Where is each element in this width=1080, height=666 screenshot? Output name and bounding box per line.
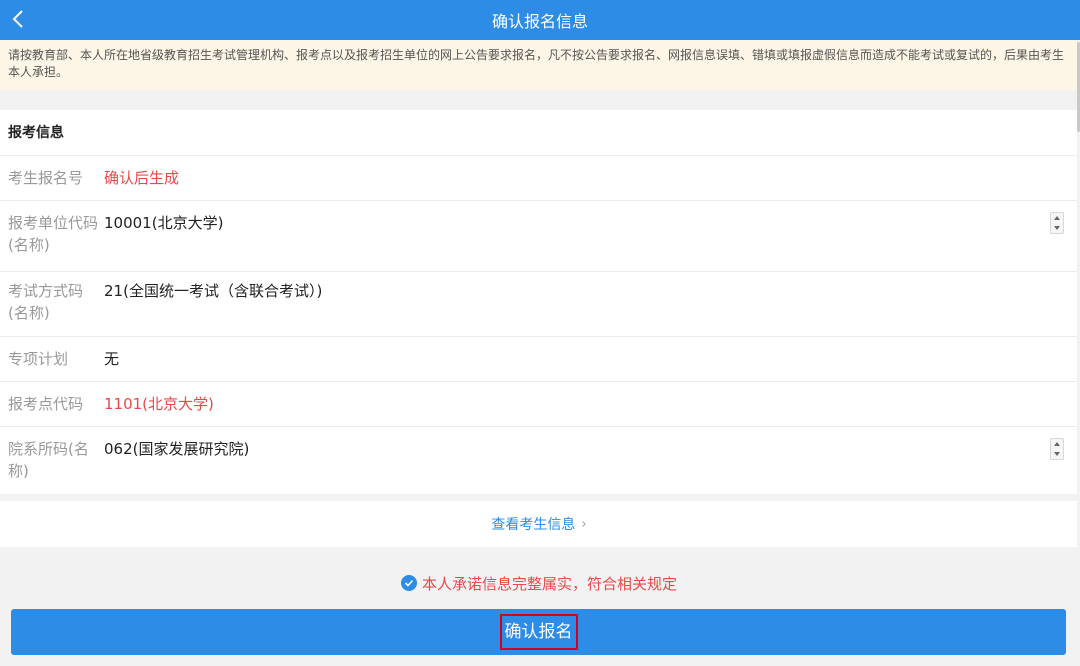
agreement: 本人承诺信息完整属实，符合相关规定: [0, 566, 1078, 600]
view-candidate-info-label: 查看考生信息: [491, 517, 576, 533]
view-candidate-info-bar: 查看考生信息 ›: [0, 501, 1078, 547]
row-value: 确认后生成: [104, 169, 180, 187]
confirm-registration-label: 确认报名: [499, 614, 578, 650]
notice-banner: 请按教育部、本人所在地省级教育招生考试管理机构、报考点以及报考招生单位的网上公告…: [0, 40, 1078, 90]
stepper-up-icon[interactable]: [1054, 442, 1060, 446]
row-candidate-number: 考生报名号 确认后生成: [0, 156, 1078, 201]
row-institution: 报考单位代码(名称) 10001(北京大学): [0, 201, 1078, 272]
view-candidate-info-link[interactable]: 查看考生信息 ›: [491, 514, 586, 534]
chevron-left-icon[interactable]: [10, 8, 28, 30]
row-value: 无: [104, 350, 120, 368]
stepper-up-icon[interactable]: [1054, 216, 1060, 220]
row-value: 062(国家发展研究院): [104, 440, 250, 458]
department-stepper[interactable]: [1050, 438, 1064, 460]
row-label: 院系所码(名称): [8, 440, 89, 480]
stepper-down-icon[interactable]: [1054, 226, 1060, 230]
row-special-plan: 专项计划 无: [0, 337, 1078, 382]
row-label: 专项计划: [8, 350, 69, 368]
chevron-right-icon: ›: [581, 516, 587, 532]
row-exam-type: 考试方式码(名称) 21(全国统一考试（含联合考试）): [0, 272, 1078, 337]
row-value: 10001(北京大学): [104, 214, 224, 232]
top-bar: 确认报名信息: [0, 0, 1080, 40]
row-label: 报考点代码: [8, 395, 84, 413]
page-title: 确认报名信息: [491, 12, 588, 31]
row-label: 报考单位代码(名称): [8, 214, 99, 254]
agreement-text: 本人承诺信息完整属实，符合相关规定: [421, 574, 677, 593]
row-label: 考生报名号: [8, 169, 84, 187]
row-label: 考试方式码(名称): [8, 282, 84, 322]
row-value: 21(全国统一考试（含联合考试）): [104, 282, 323, 300]
stepper-down-icon[interactable]: [1054, 452, 1060, 456]
section-title: 报考信息: [0, 110, 1078, 156]
application-info-card: 报考信息 考生报名号 确认后生成 报考单位代码(名称) 10001(北京大学) …: [0, 110, 1078, 494]
row-department: 院系所码(名称) 062(国家发展研究院): [0, 427, 1078, 493]
confirm-registration-button[interactable]: 确认报名: [11, 609, 1066, 655]
row-exam-site: 报考点代码 1101(北京大学): [0, 382, 1078, 427]
institution-stepper[interactable]: [1050, 212, 1064, 234]
row-value: 1101(北京大学): [104, 395, 214, 413]
check-circle-icon[interactable]: [400, 575, 417, 591]
notice-text: 请按教育部、本人所在地省级教育招生考试管理机构、报考点以及报考招生单位的网上公告…: [8, 48, 1065, 79]
